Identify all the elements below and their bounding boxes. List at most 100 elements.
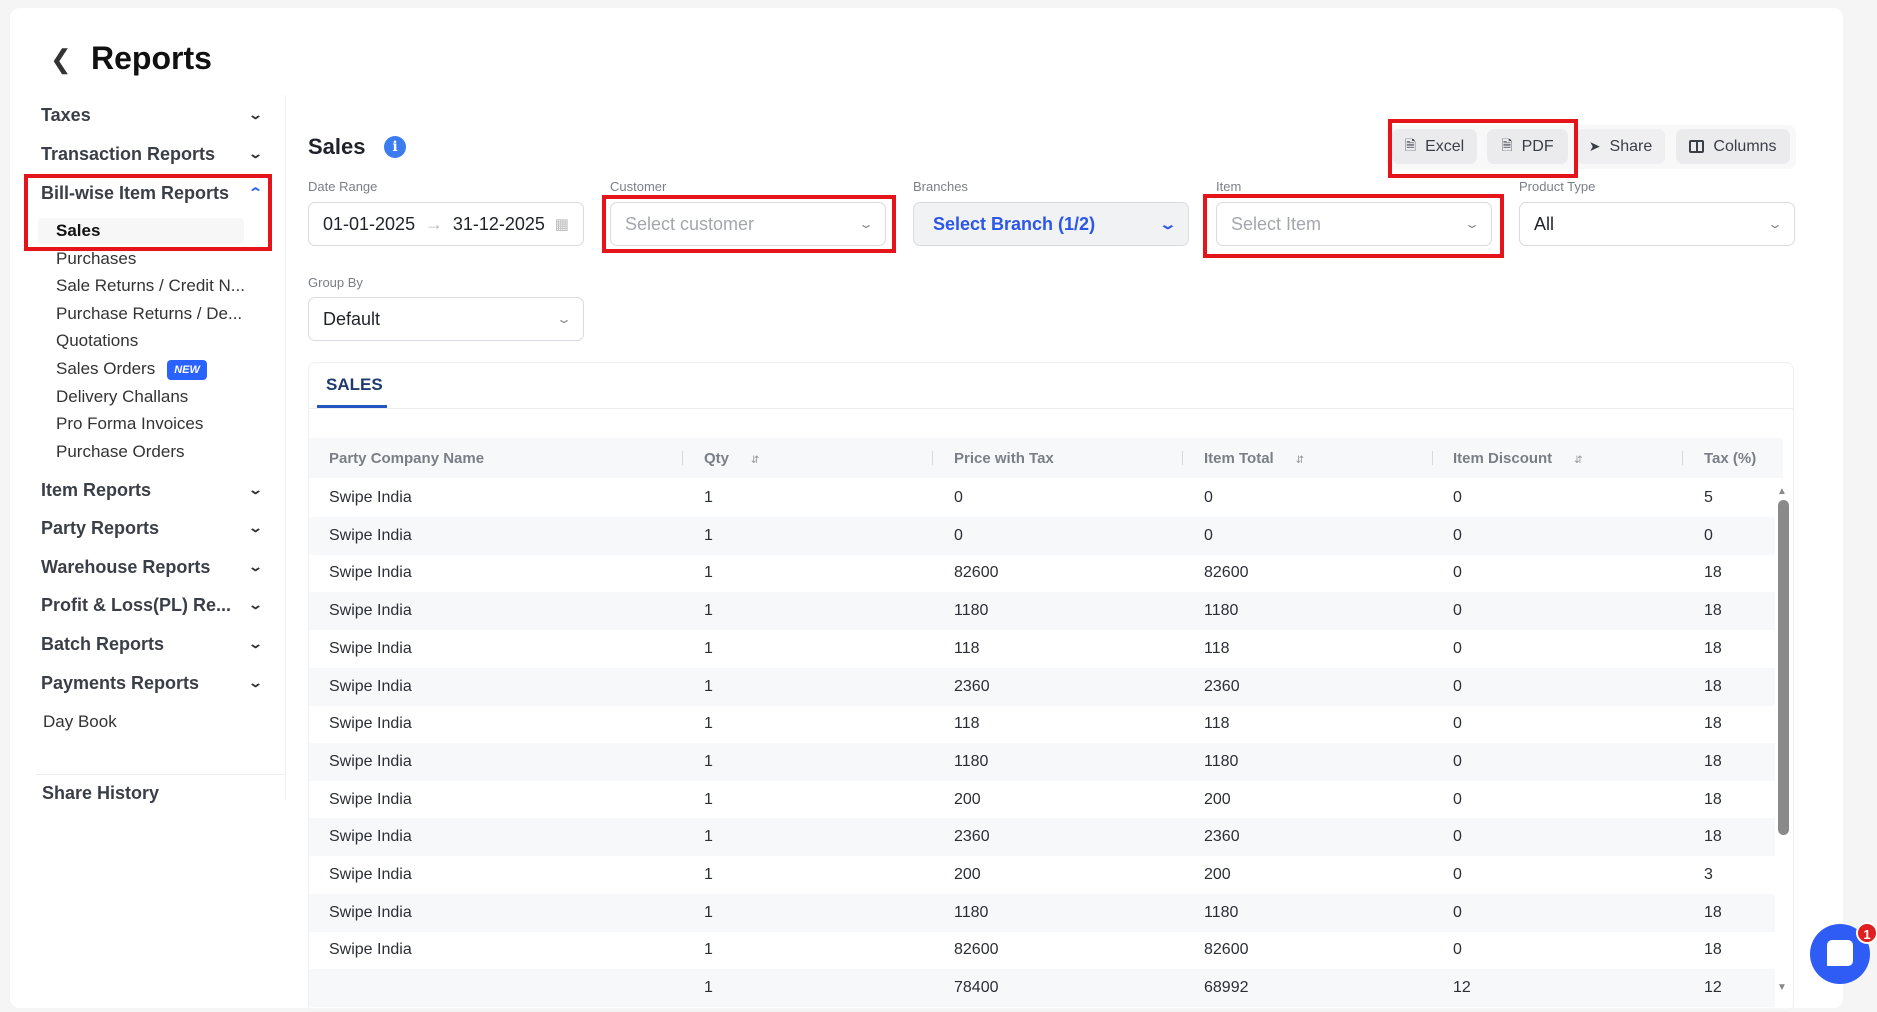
chat-notification-badge: 1	[1856, 922, 1877, 944]
sidebar-item-day-book[interactable]: Day Book	[43, 709, 117, 735]
sidebar-share-history[interactable]: Share History	[42, 779, 262, 807]
table-cell: Swipe India	[329, 941, 412, 959]
sidebar-item-8[interactable]: Purchase Orders	[56, 439, 185, 465]
column-header[interactable]: Item Total ⇵	[1204, 450, 1304, 467]
sidebar-item-6[interactable]: Delivery Challans	[56, 384, 188, 410]
table-row[interactable]: Swipe India 1 1180 1180 0 18	[309, 592, 1775, 631]
report-title: Sales	[308, 134, 366, 159]
date-range-label: Date Range	[308, 179, 378, 194]
sidebar-section-6[interactable]: Profit & Loss(PL) Re... ⌄	[41, 591, 263, 619]
highlight-box-item	[1203, 194, 1504, 258]
product-type-label: Product Type	[1519, 179, 1596, 194]
chevron-down-icon: ⌄	[247, 520, 264, 535]
chat-icon	[1827, 940, 1853, 966]
table-row[interactable]: Swipe India 1 118 118 0 18	[309, 630, 1775, 668]
sidebar-divider	[285, 95, 286, 800]
date-range-picker[interactable]: 01-01-2025 → 31-12-2025 ▦	[308, 202, 584, 246]
sort-icon[interactable]: ⇵	[1574, 455, 1582, 466]
sidebar-section-7[interactable]: Batch Reports ⌄	[41, 630, 264, 658]
table-cell: 1	[704, 828, 713, 846]
table-cell: 18	[1704, 602, 1722, 620]
group-by-select[interactable]: Default ⌄	[308, 297, 584, 341]
table-cell: 2360	[954, 677, 990, 695]
table-row[interactable]: Swipe India 1 200 200 0 18	[309, 781, 1775, 819]
scroll-down-arrow[interactable]: ▼	[1777, 982, 1787, 993]
sidebar-section-4[interactable]: Party Reports ⌄	[41, 514, 264, 542]
table-cell: 1	[704, 790, 713, 808]
table-cell: Swipe India	[329, 602, 412, 620]
date-to[interactable]: 31-12-2025	[453, 214, 545, 235]
branches-select[interactable]: Select Branch (1/2) ⌄	[913, 202, 1189, 246]
chevron-down-icon: ⌄	[1766, 217, 1784, 231]
product-type-select[interactable]: All ⌄	[1519, 202, 1795, 246]
table-row[interactable]: Swipe India 1 82600 82600 0 18	[309, 931, 1775, 969]
sidebar-section-8[interactable]: Payments Reports ⌄	[41, 669, 263, 697]
date-from[interactable]: 01-01-2025	[323, 214, 415, 235]
share-button[interactable]: ➤ Share	[1576, 129, 1665, 164]
table-cell: 0	[1704, 526, 1713, 544]
table-cell: 18	[1704, 903, 1722, 921]
new-badge: NEW	[167, 359, 207, 380]
column-header[interactable]: Qty ⇵	[704, 450, 759, 467]
sidebar-section-3[interactable]: Item Reports ⌄	[41, 476, 263, 504]
table-cell: 0	[1453, 564, 1462, 582]
sidebar-section-0[interactable]: Taxes ⌄	[41, 101, 263, 129]
table-cell: 1	[704, 489, 713, 506]
column-header[interactable]: Item Discount ⇵	[1453, 450, 1583, 467]
table-cell: 1180	[954, 752, 989, 770]
table-cell: 118	[954, 715, 980, 733]
table-cell: 1	[704, 752, 713, 770]
table-cell: 1	[704, 979, 713, 997]
branches-value: Select Branch (1/2)	[933, 213, 1096, 234]
table-cell: Swipe India	[329, 677, 412, 695]
table-row[interactable]: Swipe India 1 1180 1180 0 18	[309, 742, 1775, 781]
table-row[interactable]: Swipe India 1 2360 2360 0 18	[309, 667, 1775, 706]
column-header: Party Company Name	[329, 450, 485, 467]
sidebar-item-2[interactable]: Sale Returns / Credit N...	[56, 273, 245, 299]
table-row[interactable]: Swipe India 1 0 0 0 0	[309, 516, 1775, 555]
column-resize-handle[interactable]	[1432, 451, 1433, 465]
table-cell: 78400	[954, 979, 999, 997]
sidebar-item-7[interactable]: Pro Forma Invoices	[56, 411, 203, 437]
sidebar-item-4[interactable]: Quotations	[56, 328, 138, 354]
sidebar-section-5[interactable]: Warehouse Reports ⌄	[41, 553, 263, 581]
sidebar-item-5[interactable]: Sales Orders NEW	[56, 356, 207, 382]
column-resize-handle[interactable]	[682, 451, 683, 465]
back-arrow-icon[interactable]: ❮	[50, 44, 72, 75]
table-row[interactable]: Swipe India 1 200 200 0 3	[309, 856, 1775, 894]
sidebar-item-3[interactable]: Purchase Returns / De...	[56, 301, 242, 327]
table-cell: 1	[704, 564, 713, 582]
branches-label: Branches	[913, 179, 968, 194]
column-resize-handle[interactable]	[1682, 451, 1683, 465]
table-row[interactable]: Swipe India 1 82600 82600 0 18	[309, 554, 1775, 592]
table-cell: 82600	[1204, 564, 1249, 582]
table-cell: Swipe India	[329, 639, 412, 657]
table-cell: 1	[704, 866, 713, 883]
table-cell: 0	[1204, 526, 1213, 544]
table-row[interactable]: Swipe India 1 1180 1180 0 18	[309, 893, 1775, 932]
column-header: Tax (%)	[1704, 450, 1757, 467]
chevron-down-icon: ⌄	[247, 636, 264, 651]
tab-sales[interactable]: SALES	[326, 375, 383, 395]
table-row[interactable]: Swipe India 1 0 0 0 5	[309, 479, 1775, 517]
columns-button[interactable]: Columns	[1676, 129, 1790, 164]
table-cell: 18	[1704, 752, 1722, 770]
column-resize-handle[interactable]	[932, 451, 933, 465]
table-cell: Swipe India	[329, 828, 412, 846]
chevron-down-icon: ⌄	[555, 312, 573, 326]
scroll-up-arrow[interactable]: ▲	[1777, 486, 1787, 497]
group-by-label: Group By	[308, 275, 363, 290]
table-cell: Swipe India	[329, 715, 412, 733]
table-row[interactable]: 1 78400 68992 12 12	[309, 969, 1775, 1008]
table-row[interactable]: Swipe India 1 2360 2360 0 18	[309, 818, 1775, 857]
table-cell: 0	[1453, 790, 1462, 808]
table-row[interactable]: Swipe India 1 118 118 0 18	[309, 705, 1775, 743]
sort-icon[interactable]: ⇵	[1296, 455, 1304, 466]
column-resize-handle[interactable]	[1182, 451, 1183, 465]
calendar-icon[interactable]: ▦	[555, 215, 569, 233]
sort-icon[interactable]: ⇵	[751, 455, 759, 466]
table-scrollbar[interactable]	[1778, 500, 1789, 835]
table-cell: 200	[954, 866, 981, 883]
info-icon[interactable]: i	[384, 136, 406, 158]
sidebar-section-1[interactable]: Transaction Reports ⌄	[41, 140, 263, 168]
